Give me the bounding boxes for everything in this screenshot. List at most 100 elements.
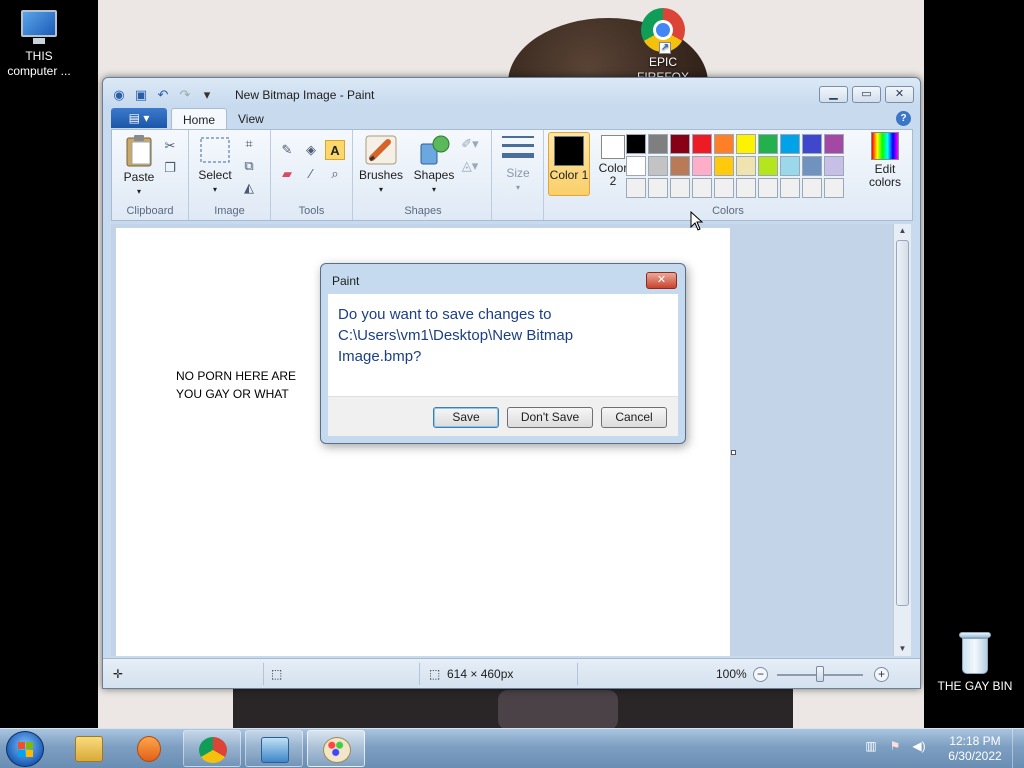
taskbar-photo-viewer[interactable] — [245, 730, 303, 767]
redo-icon[interactable]: ↷ — [177, 87, 193, 103]
group-tools: ✎ ◈ A ▰ ⁄ ⌕ Tools — [271, 130, 353, 220]
network-icon[interactable]: ▥ — [862, 737, 880, 755]
scroll-thumb[interactable] — [896, 240, 909, 606]
image-size-icon: ⬚ — [429, 667, 441, 681]
color-swatch[interactable] — [736, 134, 756, 154]
color-swatch[interactable] — [670, 178, 690, 198]
color-swatch[interactable] — [626, 156, 646, 176]
action-center-flag-icon[interactable]: ⚑ — [886, 737, 904, 755]
color-swatch[interactable] — [736, 156, 756, 176]
undo-icon[interactable]: ↶ — [155, 87, 171, 103]
dropdown-arrow-icon: ▾ — [136, 187, 141, 196]
color-swatch[interactable] — [736, 178, 756, 198]
separator — [263, 663, 264, 685]
close-button[interactable]: ✕ — [885, 86, 914, 103]
color-swatch[interactable] — [780, 134, 800, 154]
eraser-icon[interactable]: ▰ — [277, 164, 297, 184]
edit-colors-button[interactable]: Edit colors — [862, 132, 908, 189]
color-swatch[interactable] — [714, 156, 734, 176]
vertical-scrollbar[interactable]: ▲ ▼ — [893, 224, 911, 656]
text-tool-icon[interactable]: A — [325, 140, 345, 160]
paste-button[interactable]: Paste ▾ — [118, 134, 160, 198]
help-icon[interactable]: ? — [896, 111, 911, 126]
taskbar-chrome[interactable] — [183, 730, 241, 767]
color-swatch[interactable] — [714, 134, 734, 154]
color-swatch[interactable] — [802, 156, 822, 176]
clock-time: 12:18 PM — [949, 734, 1001, 748]
zoom-slider-thumb[interactable] — [816, 666, 824, 682]
crop-icon[interactable]: ⌗ — [239, 134, 259, 154]
size-button[interactable]: Size ▾ — [498, 134, 538, 194]
scroll-down-icon[interactable]: ▼ — [894, 642, 911, 656]
magnifier-icon[interactable]: ⌕ — [325, 164, 345, 184]
color-swatch[interactable] — [692, 156, 712, 176]
outline-icon[interactable]: ✐▾ — [460, 134, 480, 154]
brushes-label: Brushes — [358, 168, 404, 182]
copy-icon[interactable]: ❐ — [160, 158, 180, 178]
tab-view[interactable]: View — [227, 108, 275, 130]
desktop-icon-computer[interactable]: THIS computer ... — [0, 10, 79, 79]
color-swatch[interactable] — [714, 178, 734, 198]
shapes-label: Shapes — [413, 168, 455, 182]
file-menu-button[interactable]: ▤ ▾ — [111, 108, 167, 128]
zoom-in-button[interactable]: + — [874, 667, 889, 682]
color-swatch[interactable] — [758, 156, 778, 176]
scroll-up-icon[interactable]: ▲ — [894, 224, 911, 238]
cancel-button[interactable]: Cancel — [601, 407, 667, 428]
color-swatch[interactable] — [626, 178, 646, 198]
shape-fill-icon[interactable]: ◬▾ — [460, 156, 480, 176]
taskbar-media-player[interactable] — [120, 730, 178, 767]
save-button[interactable]: Save — [433, 407, 499, 428]
color-swatch[interactable] — [648, 178, 668, 198]
rotate-icon[interactable]: ◭ — [239, 178, 259, 198]
color-swatch[interactable] — [648, 156, 668, 176]
title-bar[interactable]: ◉ ▣ ↶ ↷ ▾ New Bitmap Image - Paint ▁ ▭ ✕ — [103, 78, 920, 108]
color-swatch[interactable] — [692, 178, 712, 198]
color-swatch[interactable] — [780, 156, 800, 176]
color-swatch[interactable] — [692, 134, 712, 154]
taskbar-explorer[interactable] — [60, 730, 118, 767]
color-swatch[interactable] — [824, 178, 844, 198]
color-swatch[interactable] — [626, 134, 646, 154]
clock[interactable]: 12:18 PM 6/30/2022 — [940, 734, 1010, 764]
shapes-button[interactable]: Shapes ▾ — [412, 134, 456, 196]
customize-qat-icon[interactable]: ▾ — [199, 87, 215, 103]
color-swatch[interactable] — [824, 134, 844, 154]
volume-icon[interactable]: ◀) — [910, 737, 928, 755]
paint-app-icon[interactable]: ◉ — [111, 87, 127, 103]
start-button[interactable] — [6, 731, 44, 767]
color-swatch[interactable] — [670, 156, 690, 176]
color-swatch[interactable] — [802, 178, 822, 198]
color-swatch[interactable] — [824, 156, 844, 176]
zoom-out-button[interactable]: − — [753, 667, 768, 682]
color-swatch[interactable] — [780, 178, 800, 198]
color-swatch[interactable] — [758, 178, 778, 198]
tab-home[interactable]: Home — [171, 108, 228, 130]
fill-icon[interactable]: ◈ — [301, 140, 321, 160]
brushes-button[interactable]: Brushes ▾ — [357, 134, 405, 196]
color-swatch[interactable] — [648, 134, 668, 154]
taskbar-paint[interactable] — [307, 730, 365, 767]
desktop-icon-recycle-bin[interactable]: THE GAY BIN — [935, 632, 1015, 694]
color-swatch[interactable] — [802, 134, 822, 154]
show-desktop-button[interactable] — [1012, 729, 1024, 768]
resize-icon[interactable]: ⧉ — [239, 156, 259, 176]
save-icon[interactable]: ▣ — [133, 87, 149, 103]
color-swatch[interactable] — [758, 134, 778, 154]
system-tray: ▥ ⚑ ◀) — [862, 737, 928, 755]
color1-button[interactable]: Color 1 — [548, 132, 590, 196]
dont-save-button[interactable]: Don't Save — [507, 407, 593, 428]
cut-icon[interactable]: ✂ — [160, 136, 180, 156]
color-swatch[interactable] — [670, 134, 690, 154]
chrome-icon — [199, 737, 227, 763]
canvas-resize-handle[interactable] — [731, 450, 736, 455]
pencil-icon[interactable]: ✎ — [277, 140, 297, 160]
shapes-icon — [420, 135, 450, 165]
maximize-button[interactable]: ▭ — [852, 86, 881, 103]
color-picker-icon[interactable]: ⁄ — [301, 164, 321, 184]
desktop-icon-browser[interactable]: ↗ EPIC FIREFOX — [622, 8, 704, 85]
color2-button[interactable]: Color 2 — [596, 135, 630, 188]
dialog-close-button[interactable]: ✕ — [646, 272, 677, 289]
select-button[interactable]: Select ▾ — [195, 134, 235, 196]
minimize-button[interactable]: ▁ — [819, 86, 848, 103]
